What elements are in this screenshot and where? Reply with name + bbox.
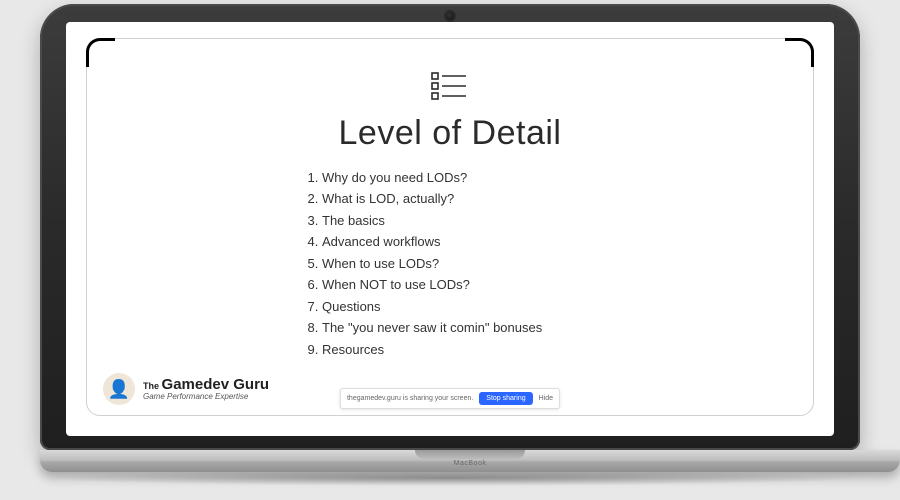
hide-sharebar-button[interactable]: Hide bbox=[539, 395, 553, 402]
avatar: 👤 bbox=[103, 373, 135, 405]
laptop-shadow bbox=[40, 470, 860, 486]
presentation-slide: Level of Detail Why do you need LODs? Wh… bbox=[86, 38, 814, 416]
list-item: Advanced workflows bbox=[322, 231, 600, 252]
stop-sharing-button[interactable]: Stop sharing bbox=[479, 392, 532, 405]
hinge-notch bbox=[415, 450, 525, 459]
brand-tagline: Game Performance Expertise bbox=[143, 393, 269, 401]
brand-badge: 👤 The Gamedev Guru Game Performance Expe… bbox=[103, 373, 269, 405]
macbook-mockup: Level of Detail Why do you need LODs? Wh… bbox=[40, 4, 860, 486]
list-item: The basics bbox=[322, 210, 600, 231]
brand-text: The Gamedev Guru Game Performance Expert… bbox=[143, 377, 269, 401]
share-status-text: thegamedev.guru is sharing your screen. bbox=[347, 395, 473, 402]
list-item: The "you never saw it comin" bonuses bbox=[322, 317, 600, 338]
list-item: Resources bbox=[322, 339, 600, 360]
list-item: When to use LODs? bbox=[322, 253, 600, 274]
laptop-hinge: MacBook bbox=[40, 450, 900, 472]
bullet-list-icon bbox=[430, 71, 470, 106]
laptop-lid: Level of Detail Why do you need LODs? Wh… bbox=[40, 4, 860, 450]
slide-content: Level of Detail Why do you need LODs? Wh… bbox=[87, 39, 813, 415]
list-item: When NOT to use LODs? bbox=[322, 274, 600, 295]
device-label: MacBook bbox=[454, 460, 487, 467]
brand-name: The Gamedev Guru bbox=[143, 377, 269, 393]
list-item: Questions bbox=[322, 296, 600, 317]
list-item: Why do you need LODs? bbox=[322, 167, 600, 188]
list-item: What is LOD, actually? bbox=[322, 188, 600, 209]
screen-share-bar: thegamedev.guru is sharing your screen. … bbox=[340, 388, 560, 409]
slide-title: Level of Detail bbox=[339, 114, 562, 153]
laptop-screen: Level of Detail Why do you need LODs? Wh… bbox=[66, 22, 834, 436]
table-of-contents: Why do you need LODs? What is LOD, actua… bbox=[300, 167, 600, 360]
camera-icon bbox=[446, 12, 454, 20]
